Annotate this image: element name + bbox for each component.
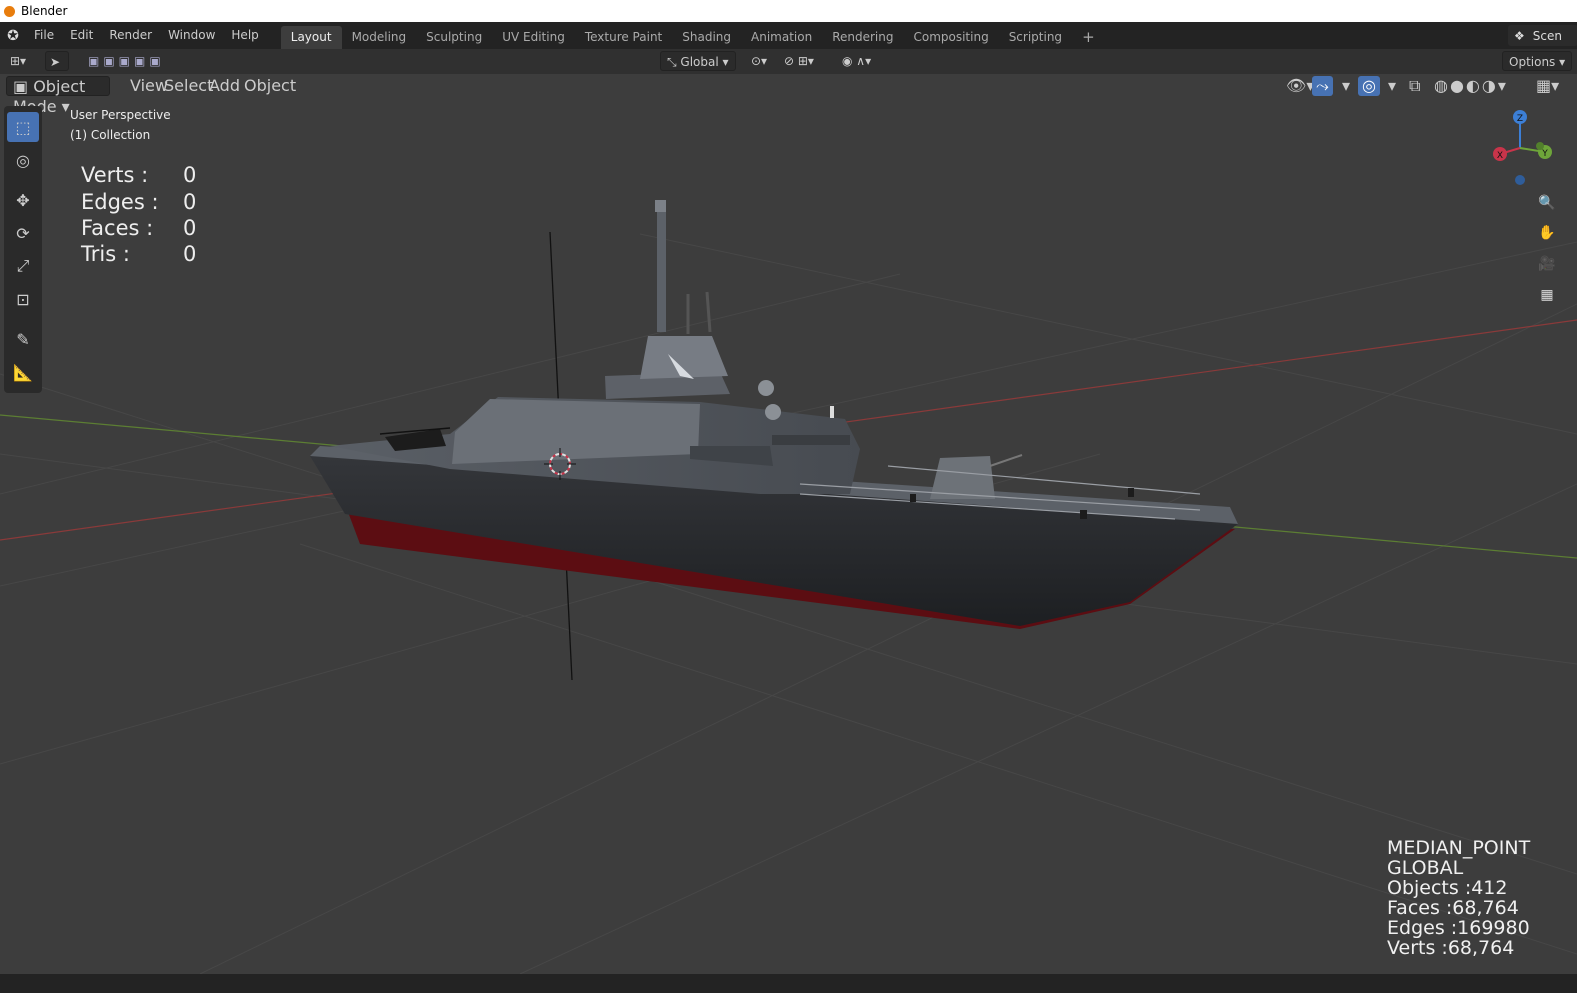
menu-window[interactable]: Window <box>160 22 223 49</box>
selection-mode-icons[interactable]: ▣▣▣▣▣ <box>82 51 171 71</box>
sidebar-toggle-icon[interactable]: ▦▾ <box>1530 76 1565 96</box>
stat-faces-label: Faces : <box>81 216 154 240</box>
tab-layout[interactable]: Layout <box>280 26 342 49</box>
perspective-toggle-icon[interactable]: ▦ <box>1534 282 1560 308</box>
measure-tool-icon[interactable]: 📐 <box>7 357 39 387</box>
tab-animation[interactable]: Animation <box>741 26 822 49</box>
menu-object[interactable]: Object <box>238 76 302 96</box>
stat-tris-value: 0 <box>183 242 197 266</box>
orientation-global-label: GLOBAL <box>1387 857 1464 879</box>
scene-selector[interactable]: ❖ Scen <box>1508 25 1577 46</box>
gizmo-y-label: Y <box>1541 149 1548 159</box>
shading-modes-icons[interactable]: ◍●◐◑▾ <box>1428 76 1514 96</box>
faces-count: Faces :68,764 <box>1387 897 1519 919</box>
rotate-tool-icon[interactable]: ⟳ <box>7 218 39 248</box>
pivot-label: MEDIAN_POINT <box>1387 837 1531 859</box>
blender-logo-icon <box>4 5 15 17</box>
camera-view-icon[interactable]: 🎥 <box>1534 251 1560 277</box>
overlays-toggle-icon[interactable]: ◎ <box>1358 76 1380 96</box>
stat-tris-label: Tris : <box>81 242 130 266</box>
snap-icon[interactable]: ⊘ ⊞▾ <box>778 51 820 71</box>
select-box-icon[interactable]: ⬚ <box>7 112 39 142</box>
warship-model <box>310 200 1238 629</box>
tab-rendering[interactable]: Rendering <box>822 26 903 49</box>
stat-verts-value: 0 <box>183 163 197 187</box>
gizmo-toggle-icon[interactable]: ⤳ <box>1312 76 1333 96</box>
pan-hand-icon[interactable]: ✋ <box>1534 220 1560 246</box>
transform-tool-icon[interactable]: ⊡ <box>7 284 39 314</box>
edges-count: Edges :169980 <box>1387 917 1530 939</box>
chevron-down-icon: ▾ <box>718 55 729 69</box>
menu-edit[interactable]: Edit <box>62 22 101 49</box>
orientation-icon: ⤡ <box>667 55 681 69</box>
status-bar <box>0 974 1577 993</box>
stat-edges-label: Edges : <box>81 190 159 214</box>
tab-shading[interactable]: Shading <box>672 26 741 49</box>
chevron-down-icon[interactable]: ▾ <box>1336 76 1356 96</box>
tab-scripting[interactable]: Scripting <box>999 26 1072 49</box>
move-tool-icon[interactable]: ✥ <box>7 185 39 215</box>
scale-tool-icon[interactable]: ⤢ <box>7 251 39 281</box>
proportional-edit-icon[interactable]: ◉ ∧▾ <box>836 51 877 71</box>
gizmo-z-label: Z <box>1517 114 1523 124</box>
scene-stats-panel: MEDIAN_POINT GLOBAL Objects :412 Faces :… <box>1387 838 1530 958</box>
tab-uv-editing[interactable]: UV Editing <box>492 26 575 49</box>
gizmo-x-label: X <box>1497 151 1503 161</box>
blender-menu-icon[interactable]: ✪ <box>0 28 26 44</box>
orientation-label: Global <box>680 55 719 69</box>
tool-shelf: ⬚ ◎ ✥ ⟳ ⤢ ⊡ ✎ 📐 <box>4 106 42 393</box>
chevron-down-icon[interactable]: ▾ <box>1382 76 1402 96</box>
viewport-scene <box>0 200 1577 974</box>
menu-render[interactable]: Render <box>101 22 160 49</box>
3d-viewport[interactable]: ▣ Object Mode ▾ View Select Add Object 👁… <box>0 74 1577 974</box>
tool-header: ⊞▾ ➤ ▣▣▣▣▣ ⤡ Global ▾ ⊙▾ ⊘ ⊞▾ ◉ ∧▾ Optio… <box>0 49 1577 74</box>
verts-count: Verts :68,764 <box>1387 937 1515 959</box>
annotate-tool-icon[interactable]: ✎ <box>7 324 39 354</box>
menu-file[interactable]: File <box>26 22 62 49</box>
collection-label: (1) Collection <box>70 128 151 142</box>
select-tool-icon[interactable]: ➤ <box>45 51 69 71</box>
menu-help[interactable]: Help <box>223 22 266 49</box>
transform-orientation-dropdown[interactable]: ⤡ Global ▾ <box>660 51 736 71</box>
stat-verts-label: Verts : <box>81 163 149 187</box>
window-title: Blender <box>21 4 68 18</box>
scene-icon: ❖ <box>1514 28 1525 43</box>
floor-grid <box>0 233 1577 974</box>
tab-texture-paint[interactable]: Texture Paint <box>575 26 672 49</box>
view-perspective-label: User Perspective <box>70 108 171 122</box>
tab-compositing[interactable]: Compositing <box>903 26 998 49</box>
cursor-tool-icon[interactable]: ◎ <box>7 145 39 175</box>
stat-faces-value: 0 <box>183 216 197 240</box>
chevron-down-icon: ▾ <box>56 97 70 116</box>
tab-sculpting[interactable]: Sculpting <box>416 26 492 49</box>
options-label: Options <box>1509 55 1556 69</box>
navigation-gizmo[interactable]: Z X Y <box>1482 108 1562 198</box>
objects-count: Objects :412 <box>1387 877 1508 899</box>
object-mode-icon: ▣ <box>13 77 34 96</box>
title-bar: Blender <box>0 0 1577 22</box>
xray-icon[interactable]: ⧉ <box>1403 76 1426 96</box>
zoom-icon[interactable]: 🔍 <box>1534 190 1560 216</box>
mode-dropdown[interactable]: ▣ Object Mode ▾ <box>6 76 110 116</box>
top-bar: ✪ File Edit Render Window Help Layout Mo… <box>0 22 1577 49</box>
options-dropdown[interactable]: Options ▾ <box>1502 51 1573 71</box>
editor-type-icon[interactable]: ⊞▾ <box>4 51 32 71</box>
stat-edges-value: 0 <box>183 190 197 214</box>
add-workspace-icon[interactable]: + <box>1072 26 1105 49</box>
tab-modeling[interactable]: Modeling <box>342 26 417 49</box>
pivot-point-icon[interactable]: ⊙▾ <box>745 51 773 71</box>
scene-label: Scen <box>1532 28 1562 43</box>
